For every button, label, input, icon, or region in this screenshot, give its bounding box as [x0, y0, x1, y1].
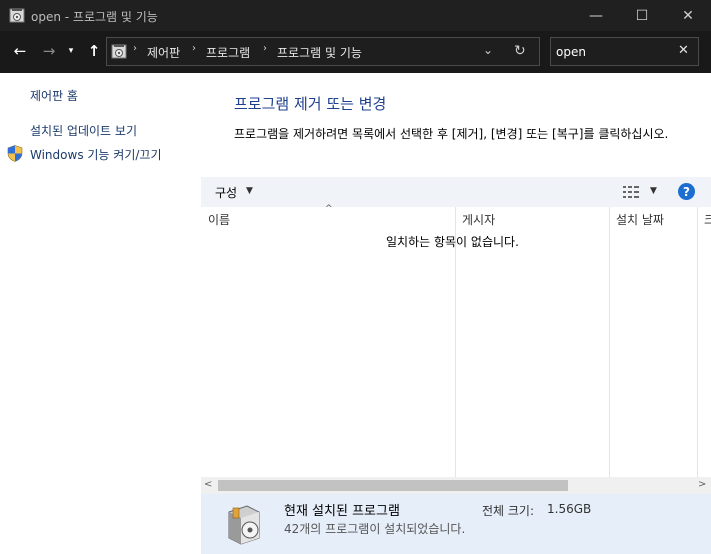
window-title: open - 프로그램 및 기능 — [31, 10, 158, 24]
command-bar: 구성 ▼ ▼ ? — [201, 177, 711, 207]
total-size-value: 1.56GB — [547, 502, 592, 516]
forward-button[interactable]: → — [38, 40, 60, 62]
view-dropdown-icon[interactable]: ▼ — [650, 186, 657, 196]
scroll-right-icon[interactable]: > — [698, 479, 706, 490]
details-title: 현재 설치된 프로그램 — [284, 504, 400, 519]
control-panel-icon — [111, 44, 127, 59]
sidebar-item-windows-features[interactable]: Windows 기능 켜기/끄기 — [30, 146, 161, 163]
up-button[interactable]: ↑ — [84, 40, 104, 62]
clear-search-icon[interactable]: ✕ — [678, 43, 689, 58]
address-bar[interactable]: › 제어판 › 프로그램 › 프로그램 및 기능 ⌄ ↻ — [106, 37, 540, 66]
scrollbar-thumb[interactable] — [218, 480, 568, 491]
recent-locations-button[interactable]: ▾ — [63, 40, 79, 62]
column-headers: 이름 ^ 게시자 설치 날짜 크 — [201, 204, 711, 229]
sort-ascending-icon: ^ — [325, 204, 333, 214]
left-pane: 제어판 홈 설치된 업데이트 보기 Windows 기능 켜기/끄기 — [0, 73, 201, 554]
column-header-publisher[interactable]: 게시자 — [462, 211, 495, 228]
horizontal-scrollbar[interactable]: < > — [201, 477, 711, 494]
scroll-left-icon[interactable]: < — [204, 479, 212, 490]
maximize-button[interactable]: ☐ — [619, 0, 665, 31]
column-divider — [609, 207, 610, 477]
page-title: 프로그램 제거 또는 변경 — [234, 95, 387, 113]
column-header-install-date[interactable]: 설치 날짜 — [616, 211, 664, 228]
breadcrumb-programs[interactable]: 프로그램 — [206, 44, 250, 61]
installed-count: 42개의 프로그램이 설치되었습니다. — [284, 522, 466, 536]
column-divider — [697, 207, 698, 477]
page-description: 프로그램을 제거하려면 목록에서 선택한 후 [제거], [변경] 또는 [복구… — [234, 127, 669, 141]
title-bar: open - 프로그램 및 기능 — ☐ ✕ — [0, 0, 711, 31]
search-input[interactable] — [556, 43, 671, 61]
help-icon[interactable]: ? — [678, 183, 695, 200]
breadcrumb-programs-and-features[interactable]: 프로그램 및 기능 — [277, 44, 362, 61]
breadcrumb-control-panel[interactable]: 제어판 — [147, 44, 180, 61]
shield-icon — [7, 145, 23, 162]
details-view-icon[interactable] — [622, 185, 640, 199]
installed-programs-icon — [228, 505, 260, 545]
organize-dropdown-icon[interactable]: ▼ — [246, 186, 253, 196]
details-pane: 현재 설치된 프로그램 전체 크기: 1.56GB 42개의 프로그램이 설치되… — [201, 494, 711, 554]
control-panel-icon — [9, 8, 25, 23]
back-button[interactable]: ← — [9, 40, 31, 62]
breadcrumb-separator-icon[interactable]: › — [133, 43, 137, 54]
address-dropdown-icon[interactable]: ⌄ — [483, 43, 493, 57]
sidebar-item-control-panel-home[interactable]: 제어판 홈 — [30, 87, 78, 104]
column-header-size[interactable]: 크 — [704, 211, 711, 228]
organize-button[interactable]: 구성 — [215, 184, 237, 201]
total-size-label: 전체 크기: — [482, 504, 535, 518]
navigation-bar: ← → ▾ ↑ › 제어판 › 프로그램 › 프로그램 및 기능 ⌄ ↻ ✕ — [0, 31, 711, 73]
main-content: 프로그램 제거 또는 변경 프로그램을 제거하려면 목록에서 선택한 후 [제거… — [201, 73, 711, 554]
search-box[interactable]: ✕ — [550, 37, 699, 66]
empty-list-message: 일치하는 항목이 없습니다. — [386, 235, 519, 249]
sidebar-item-view-installed-updates[interactable]: 설치된 업데이트 보기 — [30, 122, 137, 139]
minimize-button[interactable]: — — [573, 0, 619, 31]
breadcrumb-separator-icon[interactable]: › — [263, 43, 267, 54]
breadcrumb-separator-icon[interactable]: › — [192, 43, 196, 54]
refresh-icon[interactable]: ↻ — [514, 43, 526, 59]
column-header-name[interactable]: 이름 — [208, 211, 230, 228]
close-button[interactable]: ✕ — [665, 0, 711, 31]
